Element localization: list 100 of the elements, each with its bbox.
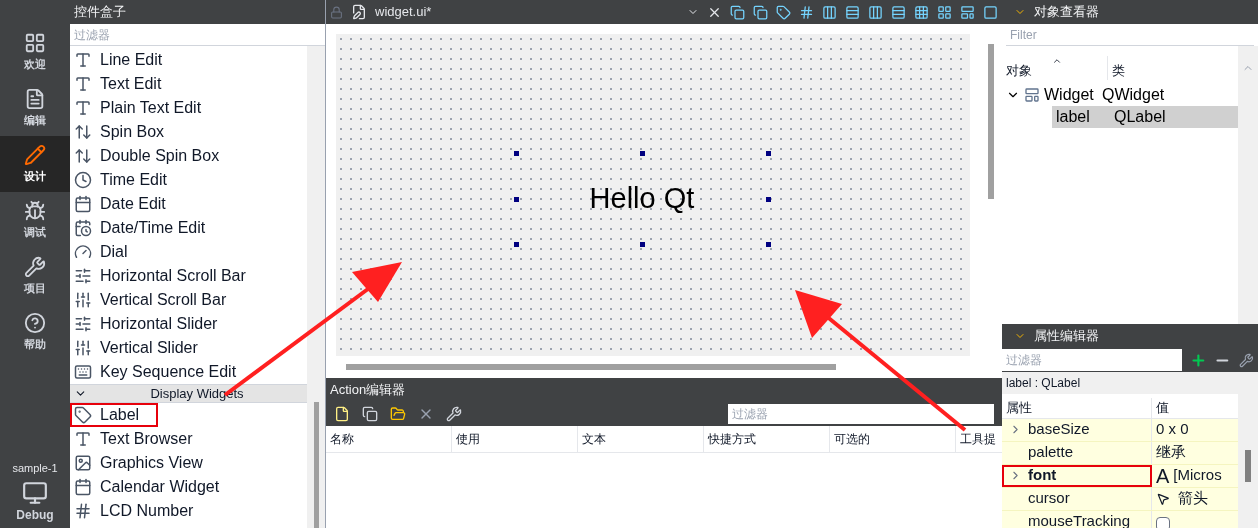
layout-tool-icon[interactable]: [937, 4, 952, 20]
column-header[interactable]: 文本: [578, 426, 704, 452]
widget-list-item[interactable]: Text Edit: [70, 72, 307, 96]
filter-field[interactable]: 过滤器: [70, 24, 325, 46]
resize-handle[interactable]: [766, 151, 771, 156]
property-value[interactable]: 0 x 0: [1156, 418, 1189, 441]
resize-handle[interactable]: [514, 151, 519, 156]
column-header[interactable]: 对象: [1002, 56, 1108, 80]
widget-list-item[interactable]: Calendar Widget: [70, 475, 307, 499]
calendar-icon: [74, 478, 92, 496]
column-header[interactable]: 快捷方式: [704, 426, 830, 452]
resize-handle[interactable]: [514, 196, 519, 202]
tree-row[interactable]: Widget QWidget: [1002, 84, 1238, 106]
widget-list-item[interactable]: Time Edit: [70, 168, 307, 192]
resize-handle[interactable]: [766, 242, 771, 247]
mode-button[interactable]: 帮助: [0, 304, 70, 360]
bug-icon: [24, 199, 46, 222]
calendar-clock-icon: [74, 219, 92, 237]
resize-handle[interactable]: [640, 151, 645, 156]
property-value[interactable]: [Micros: [1173, 464, 1222, 487]
filter-field[interactable]: 过滤器: [1002, 349, 1182, 371]
spinner-icon: [74, 147, 92, 165]
mode-button[interactable]: 调试: [0, 192, 70, 248]
layout-tool-icon[interactable]: [983, 4, 998, 20]
column-header[interactable]: 使用: [452, 426, 578, 452]
sort-icon: [1052, 56, 1062, 66]
widget-list-item[interactable]: Line Edit: [70, 48, 307, 72]
column-header[interactable]: 值: [1152, 398, 1173, 418]
widget-list-item[interactable]: Label: [70, 403, 158, 427]
vertical-scrollbar[interactable]: [1238, 394, 1258, 528]
filter-field[interactable]: 过滤器: [728, 404, 994, 424]
widget-list-item[interactable]: Graphics View: [70, 451, 307, 475]
property-value[interactable]: 箭头: [1178, 487, 1208, 510]
grid-icon: [24, 31, 46, 54]
filter-field[interactable]: Filter: [1006, 24, 1254, 46]
widget-list-item[interactable]: Spin Box: [70, 120, 307, 144]
cursor-icon: [1156, 491, 1170, 506]
project-name: sample-1: [11, 460, 59, 476]
category-header[interactable]: Display Widgets: [70, 384, 307, 403]
widget-list-item[interactable]: Double Spin Box: [70, 144, 307, 168]
scrollbar[interactable]: [307, 46, 325, 528]
slider-icon: [74, 339, 92, 357]
column-header[interactable]: 名称: [326, 426, 452, 452]
widget-list-item[interactable]: Vertical Slider: [70, 336, 307, 360]
panel-header: 控件盒子: [70, 0, 325, 24]
font-glyph: A: [1156, 464, 1170, 487]
column-header[interactable]: 可选的: [830, 426, 956, 452]
mode-button[interactable]: 欢迎: [0, 24, 70, 80]
widget-list-item[interactable]: Date/Time Edit: [70, 216, 307, 240]
resize-handle[interactable]: [640, 242, 645, 247]
widget-list-item[interactable]: Horizontal Slider: [70, 312, 307, 336]
image-icon: [74, 454, 92, 472]
layout-tool-icon[interactable]: [730, 4, 745, 20]
layout-tool-icon[interactable]: [799, 4, 814, 20]
folder-icon[interactable]: [390, 406, 406, 422]
property-name[interactable]: cursor: [1002, 487, 1152, 510]
selected-label[interactable]: Hello Qt: [516, 153, 768, 244]
widget-list-item[interactable]: Horizontal Scroll Bar: [70, 264, 307, 288]
property-name[interactable]: palette: [1002, 441, 1152, 464]
widget-list-item[interactable]: Text Browser: [70, 427, 307, 451]
wrench-icon[interactable]: [446, 406, 462, 422]
layout-tool-icon[interactable]: [891, 4, 906, 20]
tag-icon: [74, 406, 92, 424]
column-header[interactable]: 属性: [1002, 398, 1152, 418]
layout-tool-icon[interactable]: [914, 4, 929, 20]
mode-button[interactable]: 编辑: [0, 80, 70, 136]
document-tab[interactable]: widget.ui*: [375, 2, 625, 22]
resize-handle[interactable]: [766, 196, 771, 202]
property-name[interactable]: font: [1002, 464, 1152, 487]
monitor-icon: [22, 480, 48, 506]
widget-list-item[interactable]: Vertical Scroll Bar: [70, 288, 307, 312]
tree-row[interactable]: label QLabel: [1052, 106, 1238, 128]
mode-button[interactable]: 设计: [0, 136, 70, 192]
layout-tool-icon[interactable]: [776, 4, 791, 20]
widget-list-item[interactable]: Key Sequence Edit: [70, 360, 307, 384]
digits-icon: [74, 502, 92, 520]
new-file-icon[interactable]: [334, 406, 350, 422]
widget-list-item[interactable]: Date Edit: [70, 192, 307, 216]
mode-button[interactable]: 项目: [0, 248, 70, 304]
layout-tool-icon[interactable]: [753, 4, 768, 20]
keyboard-icon: [74, 363, 92, 381]
resize-handle[interactable]: [514, 242, 519, 247]
layout-tool-icon[interactable]: [845, 4, 860, 20]
widget-list-item[interactable]: Dial: [70, 240, 307, 264]
pencil-icon: [24, 143, 46, 166]
layout-tool-icon[interactable]: [868, 4, 883, 20]
wrench-icon[interactable]: [1239, 352, 1254, 368]
widget-list-item[interactable]: Plain Text Edit: [70, 96, 307, 120]
property-value[interactable]: 继承: [1156, 441, 1186, 464]
layout-tool-icon[interactable]: [822, 4, 837, 20]
property-name[interactable]: baseSize: [1002, 418, 1152, 441]
column-header[interactable]: 类: [1108, 56, 1129, 80]
spinner-icon: [74, 123, 92, 141]
widget-list-item[interactable]: LCD Number: [70, 499, 307, 523]
checkbox[interactable]: [1156, 516, 1170, 528]
vertical-scrollbar[interactable]: [1238, 46, 1258, 324]
wrench-icon: [24, 255, 46, 278]
kit-selector[interactable]: Debug: [0, 476, 70, 528]
layout-tool-icon[interactable]: [960, 4, 975, 20]
copy-icon[interactable]: [362, 406, 378, 422]
